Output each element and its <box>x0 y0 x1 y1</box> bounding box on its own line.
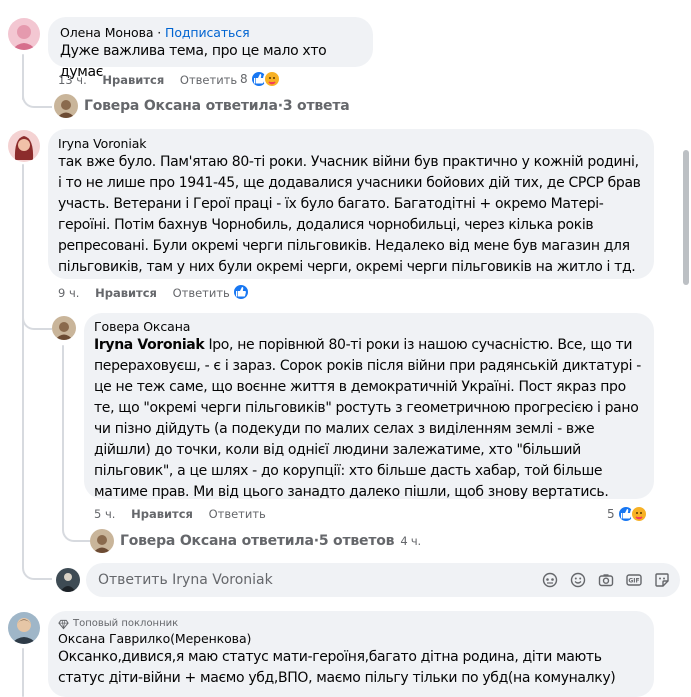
care-reaction-icon <box>629 505 648 523</box>
reply-count: 5 ответов <box>318 533 395 549</box>
thread-curve <box>22 300 52 330</box>
reply-time[interactable]: 5 ч. <box>94 507 115 521</box>
reaction-count: 8 <box>240 72 248 86</box>
reactions[interactable]: 8 <box>240 70 281 88</box>
like-button[interactable]: Нравится <box>95 286 157 300</box>
reply-author: Говера Оксана <box>84 98 201 114</box>
thread-curve <box>22 60 52 108</box>
comment-actions: 13 ч. Нравится Ответить <box>58 72 237 88</box>
mention-link[interactable]: Iryna Voroniak <box>94 337 205 353</box>
reply-author[interactable]: Говера Оксана <box>94 319 644 335</box>
thread-curve <box>62 500 90 542</box>
comment-time[interactable]: 9 ч. <box>58 286 79 300</box>
comment-bubble: Топовый поклонник Оксана Гаврилко(Меренк… <box>48 611 654 697</box>
gif-icon[interactable]: GIF <box>626 572 642 588</box>
avatar <box>90 529 114 553</box>
avatar[interactable] <box>8 130 40 162</box>
reaction-count: 5 <box>607 507 615 521</box>
comment-author[interactable]: Iryna Voroniak <box>58 136 644 152</box>
thread-curve <box>22 540 52 580</box>
thread-line <box>22 648 24 697</box>
avatar <box>56 568 80 592</box>
composer-tools: GIF <box>542 572 670 588</box>
reply-actions: 5 ч. Нравится Ответить <box>94 506 266 522</box>
comment-text: Оксанко,дивися,я маю статус мати-героїня… <box>58 649 616 686</box>
replies-summary[interactable]: Говера Оксана ответила · 3 ответа <box>54 94 350 118</box>
avatar-sticker-icon[interactable] <box>542 572 558 588</box>
avatar[interactable] <box>52 316 76 340</box>
reply-input-placeholder: Ответить Iryna Voroniak <box>98 572 273 588</box>
top-fan-badge: Топовый поклонник <box>73 618 179 629</box>
reply-time: 4 ч. <box>400 534 421 548</box>
comment-bubble: Iryna Voroniak так вже було. Пам'ятаю 80… <box>48 129 654 279</box>
reply-action: ответила <box>241 533 314 549</box>
separator: · <box>153 25 166 40</box>
reply-author: Говера Оксана <box>120 533 237 549</box>
reply-bubble: Говера Оксана Iryna Voroniak Іро, не пор… <box>84 313 654 500</box>
sticker-icon[interactable] <box>654 572 670 588</box>
reactions[interactable] <box>232 283 250 301</box>
comment-author[interactable]: Оксана Гаврилко(Меренкова) <box>58 631 644 647</box>
avatar[interactable] <box>8 18 40 50</box>
replies-summary[interactable]: Говера Оксана ответила · 5 ответов 4 ч. <box>90 529 421 553</box>
diamond-badge-icon <box>58 619 69 629</box>
reply-input[interactable]: Ответить Iryna Voroniak GIF <box>86 563 680 597</box>
avatar[interactable] <box>8 612 40 644</box>
care-reaction-icon <box>262 70 281 88</box>
reply-action: ответила <box>205 98 278 114</box>
thread-line <box>22 164 24 569</box>
comment-text: так вже було. Пам'ятаю 80-ті роки. Учасн… <box>58 154 641 275</box>
scrollbar-thumb[interactable] <box>683 150 689 285</box>
reply-button[interactable]: Ответить <box>180 73 237 87</box>
comment-actions: 9 ч. Нравится Ответить <box>58 285 230 301</box>
emoji-icon[interactable] <box>570 572 586 588</box>
like-button[interactable]: Нравится <box>102 73 164 87</box>
reactions[interactable]: 5 <box>607 505 648 523</box>
reply-count: 3 ответа <box>282 98 350 114</box>
comment-time[interactable]: 13 ч. <box>58 73 87 87</box>
reply-button[interactable]: Ответить <box>173 286 230 300</box>
svg-text:GIF: GIF <box>628 578 639 585</box>
scrollbar[interactable] <box>681 150 691 285</box>
reply-button[interactable]: Ответить <box>209 507 266 521</box>
camera-icon[interactable] <box>598 572 614 588</box>
comment-author[interactable]: Олена Монова <box>60 25 154 40</box>
reply-text: Іро, не порівнюй 80-ті роки із нашою суч… <box>94 337 641 500</box>
like-reaction-icon <box>232 283 250 301</box>
avatar <box>54 94 78 118</box>
like-button[interactable]: Нравится <box>131 507 193 521</box>
follow-link[interactable]: Подписаться <box>165 25 250 40</box>
comment-bubble: Олена Монова · Подписаться Дуже важлива … <box>48 17 373 80</box>
